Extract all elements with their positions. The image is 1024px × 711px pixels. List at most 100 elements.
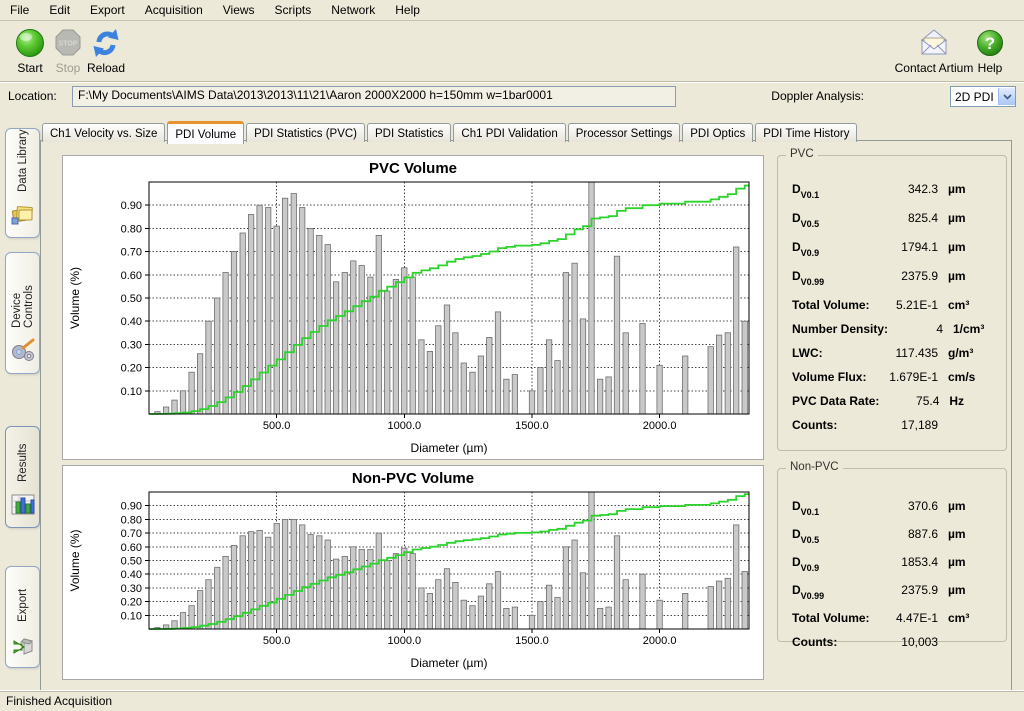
stat-unit: cm/s bbox=[938, 370, 992, 384]
stat-unit: cm³ bbox=[938, 611, 992, 625]
contact-artium-button[interactable]: Contact Artium bbox=[892, 24, 976, 75]
tab-pdi-statistics[interactable]: PDI Statistics bbox=[367, 123, 451, 142]
stat-row: DV0.5825.4µm bbox=[778, 211, 1006, 240]
chart-title: Non-PVC Volume bbox=[352, 470, 474, 487]
help-button[interactable]: ? Help bbox=[968, 24, 1012, 75]
stat-value: 1794.1 bbox=[876, 240, 938, 254]
tab-pdi-optics[interactable]: PDI Optics bbox=[682, 123, 753, 142]
stat-label: DV0.5 bbox=[792, 211, 876, 227]
stat-unit: µm bbox=[938, 499, 992, 513]
svg-text:1500.0: 1500.0 bbox=[515, 420, 549, 432]
gears-icon bbox=[10, 337, 36, 368]
stat-value: 370.6 bbox=[876, 499, 938, 513]
svg-text:0.40: 0.40 bbox=[121, 569, 142, 581]
sidebar-item-results[interactable]: Results bbox=[5, 426, 40, 528]
tab-ch1-pdi-validation[interactable]: Ch1 PDI Validation bbox=[453, 123, 565, 142]
svg-text:0.50: 0.50 bbox=[121, 293, 142, 305]
stat-value: 17,189 bbox=[876, 418, 938, 432]
tab-ch1-velocity-vs-size[interactable]: Ch1 Velocity vs. Size bbox=[42, 123, 165, 142]
stat-value: 117.435 bbox=[876, 346, 938, 360]
svg-text:0.20: 0.20 bbox=[121, 363, 142, 375]
folders-icon bbox=[10, 201, 36, 232]
sidebar-item-export[interactable]: Export bbox=[5, 566, 40, 668]
tab-pdi-time-history[interactable]: PDI Time History bbox=[755, 123, 857, 142]
stat-value: 1853.4 bbox=[876, 555, 938, 569]
stat-label: DV0.99 bbox=[792, 269, 876, 285]
svg-text:0.50: 0.50 bbox=[121, 556, 142, 568]
chevron-down-icon[interactable] bbox=[998, 88, 1015, 105]
menu-item-scripts[interactable]: Scripts bbox=[265, 1, 322, 19]
reload-icon bbox=[80, 26, 132, 60]
stat-row: DV0.992375.9µm bbox=[778, 269, 1006, 298]
pvc-groupbox-title: PVC bbox=[786, 148, 818, 160]
doppler-analysis-label: Doppler Analysis: bbox=[771, 89, 864, 103]
svg-text:0.60: 0.60 bbox=[121, 542, 142, 554]
x-axis-label: Diameter (µm) bbox=[411, 656, 488, 670]
svg-text:0.80: 0.80 bbox=[121, 223, 142, 235]
stat-label: DV0.9 bbox=[792, 240, 876, 256]
stat-unit: 1/cm³ bbox=[943, 322, 992, 336]
stat-unit: Hz bbox=[939, 394, 992, 408]
bar-chart-icon bbox=[10, 491, 36, 522]
results-tab-panel: PVC Volume0.100.200.300.400.500.600.700.… bbox=[40, 140, 1012, 692]
sidebar-item-data-library[interactable]: Data Library bbox=[5, 128, 40, 238]
menu-item-export[interactable]: Export bbox=[80, 1, 135, 19]
stat-row: Counts:10,003 bbox=[778, 635, 1006, 659]
svg-text:0.60: 0.60 bbox=[121, 270, 142, 282]
svg-text:0.20: 0.20 bbox=[121, 597, 142, 609]
stat-label: Total Volume: bbox=[792, 611, 876, 625]
tab-pdi-statistics-pvc-[interactable]: PDI Statistics (PVC) bbox=[246, 123, 365, 142]
menu-bar: FileEditExportAcquisitionViewsScriptsNet… bbox=[0, 0, 1024, 21]
tab-processor-settings[interactable]: Processor Settings bbox=[568, 123, 681, 142]
svg-text:500.0: 500.0 bbox=[263, 635, 291, 647]
menu-item-edit[interactable]: Edit bbox=[39, 1, 80, 19]
svg-text:0.70: 0.70 bbox=[121, 528, 142, 540]
svg-text:STOP: STOP bbox=[59, 41, 78, 48]
non-pvc-stats-groupbox: Non-PVC DV0.1370.6µmDV0.5887.6µmDV0.9185… bbox=[777, 468, 1007, 642]
stat-label: LWC: bbox=[792, 346, 876, 360]
stat-label: DV0.99 bbox=[792, 583, 876, 599]
svg-text:500.0: 500.0 bbox=[263, 420, 291, 432]
menu-item-file[interactable]: File bbox=[0, 1, 39, 19]
svg-text:?: ? bbox=[985, 34, 995, 53]
location-input[interactable]: F:\My Documents\AIMS Data\2013\2013\11\2… bbox=[72, 86, 676, 107]
svg-text:0.30: 0.30 bbox=[121, 339, 142, 351]
stat-unit: µm bbox=[938, 555, 992, 569]
svg-text:0.80: 0.80 bbox=[121, 514, 142, 526]
stat-label: DV0.1 bbox=[792, 182, 876, 198]
stat-label: Total Volume: bbox=[792, 298, 876, 312]
envelope-icon bbox=[892, 26, 976, 60]
stat-unit: µm bbox=[938, 240, 992, 254]
reload-button[interactable]: Reload bbox=[80, 24, 132, 75]
location-row: Location: F:\My Documents\AIMS Data\2013… bbox=[0, 82, 1024, 112]
tab-strip: Ch1 Velocity vs. SizePDI VolumePDI Stati… bbox=[42, 121, 859, 141]
stat-row: PVC Data Rate:75.4Hz bbox=[778, 394, 1006, 418]
help-icon: ? bbox=[968, 26, 1012, 60]
svg-text:0.90: 0.90 bbox=[121, 200, 142, 212]
sidebar-item-device-controls[interactable]: Device Controls bbox=[5, 252, 40, 374]
doppler-analysis-dropdown[interactable]: 2D PDI bbox=[950, 86, 1016, 107]
stat-row: Counts:17,189 bbox=[778, 418, 1006, 442]
stat-value: 4.47E-1 bbox=[876, 611, 938, 625]
stat-value: 342.3 bbox=[876, 182, 938, 196]
menu-item-help[interactable]: Help bbox=[385, 1, 430, 19]
stat-row: DV0.91794.1µm bbox=[778, 240, 1006, 269]
y-axis-label: Volume (%) bbox=[68, 267, 82, 329]
stat-unit: µm bbox=[938, 211, 992, 225]
svg-text:1000.0: 1000.0 bbox=[387, 420, 421, 432]
stat-row: Volume Flux:1.679E-1cm/s bbox=[778, 370, 1006, 394]
stat-row: Number Density:41/cm³ bbox=[778, 322, 1006, 346]
stat-row: Total Volume:4.47E-1cm³ bbox=[778, 611, 1006, 635]
menu-item-network[interactable]: Network bbox=[321, 1, 385, 19]
stat-row: DV0.992375.9µm bbox=[778, 583, 1006, 611]
svg-text:0.70: 0.70 bbox=[121, 247, 142, 259]
menu-item-views[interactable]: Views bbox=[213, 1, 265, 19]
toolbar: Start STOP Stop Reload bbox=[0, 21, 1024, 82]
tab-pdi-volume[interactable]: PDI Volume bbox=[167, 121, 244, 144]
stat-value: 4 bbox=[888, 322, 943, 336]
export-box-icon bbox=[10, 631, 36, 662]
menu-item-acquisition[interactable]: Acquisition bbox=[135, 1, 213, 19]
status-bar: Finished Acquisition bbox=[0, 690, 1024, 711]
stat-unit: µm bbox=[938, 269, 992, 283]
stat-unit: g/m³ bbox=[938, 346, 992, 360]
